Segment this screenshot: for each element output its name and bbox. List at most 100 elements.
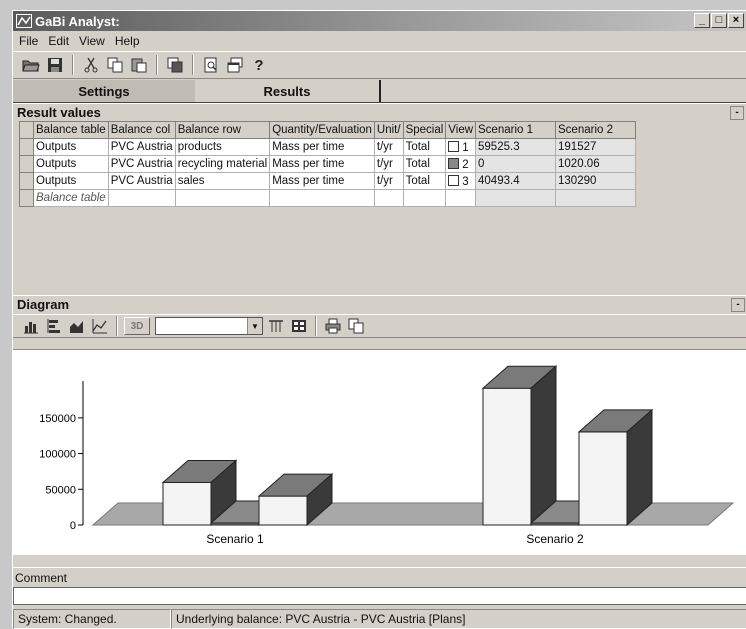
table-row[interactable]: Outputs PVC Austria products Mass per ti… — [19, 138, 637, 156]
table-row-new[interactable]: Balance table — [19, 189, 637, 207]
cell-unit[interactable]: t/yr — [373, 155, 404, 173]
comment-field[interactable] — [13, 587, 746, 605]
help-icon[interactable]: ? — [249, 55, 269, 75]
menu-view[interactable]: View — [75, 34, 111, 48]
menu-edit[interactable]: Edit — [44, 34, 75, 48]
minimize-button[interactable]: _ — [694, 13, 710, 28]
horizontal-bar-icon[interactable] — [44, 316, 64, 336]
row-selector[interactable] — [19, 189, 34, 207]
cell-balance-row[interactable]: sales — [174, 172, 271, 190]
view-checkbox[interactable] — [448, 157, 460, 169]
window-icon[interactable] — [225, 55, 245, 75]
close-button[interactable]: × — [728, 13, 744, 28]
view-checkbox[interactable] — [448, 140, 460, 152]
category-label: Scenario 2 — [526, 532, 584, 546]
cell-unit[interactable]: t/yr — [373, 138, 404, 156]
cell-balance-row[interactable]: recycling material — [174, 155, 271, 173]
table-row[interactable]: Outputs PVC Austria sales Mass per time … — [19, 172, 637, 190]
cell-quantity[interactable]: Mass per time — [269, 138, 375, 156]
copy-icon[interactable] — [105, 55, 125, 75]
tab-settings[interactable]: Settings — [13, 80, 195, 102]
row-selector[interactable] — [19, 155, 34, 173]
line-chart-icon[interactable] — [90, 316, 110, 336]
empty-cell[interactable] — [445, 189, 477, 207]
row-selector[interactable] — [19, 138, 34, 156]
cell-scenario-1[interactable]: 59525.3 — [475, 138, 557, 156]
cell-view[interactable]: 3 — [445, 172, 477, 190]
collapse-icon[interactable]: - — [731, 297, 745, 312]
empty-cell[interactable] — [373, 189, 404, 207]
menu-help[interactable]: Help — [111, 34, 146, 48]
new-row-placeholder[interactable]: Balance table — [33, 189, 109, 207]
cell-scenario-1[interactable]: 40493.4 — [475, 172, 557, 190]
cell-view[interactable]: 1 — [445, 138, 477, 156]
bar — [482, 387, 532, 526]
empty-cell[interactable] — [269, 189, 375, 207]
cell-special[interactable]: Total — [402, 155, 447, 173]
empty-cell[interactable] — [107, 189, 176, 207]
column-header[interactable]: Special — [402, 121, 447, 139]
toolbar-separator — [156, 55, 158, 75]
cell-scenario-1[interactable]: 0 — [475, 155, 557, 173]
chart-type-select[interactable]: ▼ — [155, 317, 263, 335]
row-selector[interactable] — [19, 172, 34, 190]
cell-balance-row[interactable]: products — [174, 138, 271, 156]
toggle-3d-button[interactable]: 3D — [124, 317, 150, 335]
menu-file[interactable]: File — [15, 34, 44, 48]
cell-scenario-2[interactable]: 191527 — [555, 138, 637, 156]
main-toolbar: ? — [13, 51, 746, 79]
print-preview-icon[interactable] — [201, 55, 221, 75]
cell-balance-table[interactable]: Outputs — [33, 155, 109, 173]
column-header[interactable]: Unit/ — [373, 121, 404, 139]
print-icon[interactable] — [323, 316, 343, 336]
tab-results[interactable]: Results — [195, 80, 381, 102]
cell-unit[interactable]: t/yr — [373, 172, 404, 190]
column-header[interactable]: Balance col — [107, 121, 176, 139]
table-row[interactable]: Outputs PVC Austria recycling material M… — [19, 155, 637, 173]
cell-scenario-2[interactable]: 130290 — [555, 172, 637, 190]
empty-cell[interactable] — [402, 189, 447, 207]
save-icon[interactable] — [45, 55, 65, 75]
grid-icon[interactable] — [289, 316, 309, 336]
cell-balance-table[interactable]: Outputs — [33, 172, 109, 190]
copy-window-icon[interactable] — [165, 55, 185, 75]
cell-quantity[interactable]: Mass per time — [269, 155, 375, 173]
view-checkbox[interactable] — [448, 174, 460, 186]
cell-balance-col[interactable]: PVC Austria — [107, 172, 176, 190]
area-chart-icon[interactable] — [67, 316, 87, 336]
empty-cell[interactable] — [475, 189, 557, 207]
view-number: 2 — [462, 158, 469, 171]
result-values-title: Result values — [17, 105, 101, 120]
column-header[interactable]: Quantity/Evaluation — [269, 121, 375, 139]
diagram-toolbar: 3D ▼ — [13, 314, 746, 338]
maximize-button[interactable]: □ — [711, 13, 727, 28]
open-icon[interactable] — [21, 55, 41, 75]
cell-quantity[interactable]: Mass per time — [269, 172, 375, 190]
cell-scenario-2[interactable]: 1020.06 — [555, 155, 637, 173]
bar-chart-icon[interactable] — [21, 316, 41, 336]
row-header-corner — [19, 121, 34, 139]
column-header[interactable]: Scenario 2 — [555, 121, 637, 139]
empty-cell[interactable] — [174, 189, 271, 207]
tab-bar: Settings Results — [13, 79, 746, 103]
cell-special[interactable]: Total — [402, 138, 447, 156]
paste-icon[interactable] — [129, 55, 149, 75]
cell-special[interactable]: Total — [402, 172, 447, 190]
column-header[interactable]: Balance row — [174, 121, 271, 139]
chevron-down-icon[interactable]: ▼ — [247, 318, 262, 334]
copy-chart-icon[interactable] — [346, 316, 366, 336]
cut-icon[interactable] — [81, 55, 101, 75]
collapse-icon[interactable]: - — [730, 105, 744, 120]
column-header[interactable]: Balance table — [33, 121, 109, 139]
toolbar-separator — [192, 55, 194, 75]
cell-view[interactable]: 2 — [445, 155, 477, 173]
cell-balance-col[interactable]: PVC Austria — [107, 155, 176, 173]
status-bar: System: Changed. Underlying balance: PVC… — [13, 609, 746, 629]
column-header[interactable]: Scenario 1 — [475, 121, 557, 139]
empty-cell[interactable] — [555, 189, 637, 207]
y-tick-label: 0 — [70, 520, 76, 532]
legend-icon[interactable] — [266, 316, 286, 336]
cell-balance-table[interactable]: Outputs — [33, 138, 109, 156]
cell-balance-col[interactable]: PVC Austria — [107, 138, 176, 156]
column-header[interactable]: View — [445, 121, 477, 139]
